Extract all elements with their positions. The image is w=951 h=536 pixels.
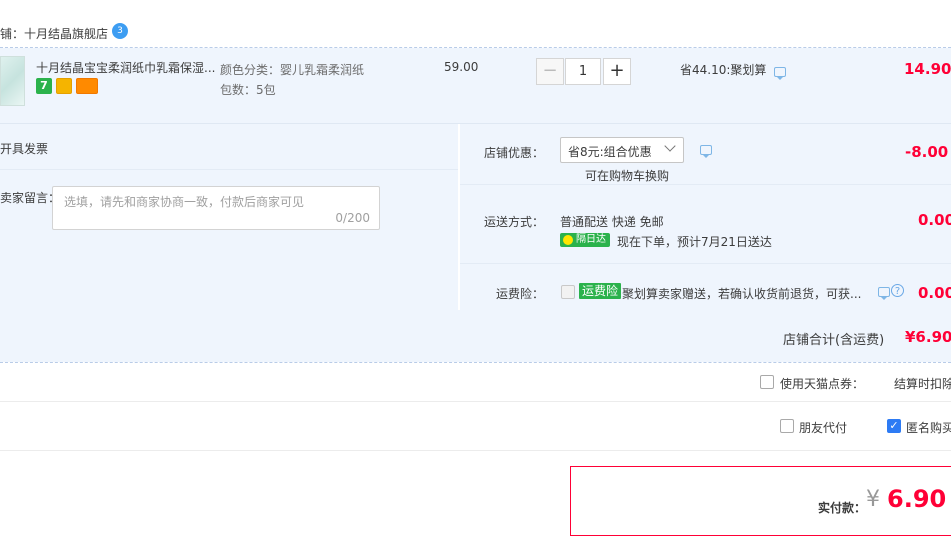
- coupon-checkbox[interactable]: [760, 375, 774, 389]
- next-day-badge: 隔日达: [560, 233, 610, 247]
- item-attr-color: 颜色分类：婴儿乳霜柔润纸: [220, 63, 365, 77]
- quantity-input[interactable]: 1: [565, 58, 601, 85]
- shop-total-amount: ¥6.90: [905, 328, 951, 346]
- insurance-checkbox[interactable]: [561, 285, 575, 299]
- quantity-minus-button[interactable]: −: [536, 58, 564, 85]
- shipping-amount: 0.00: [918, 211, 951, 229]
- message-counter: 0/200: [335, 211, 370, 225]
- message-icon[interactable]: [878, 287, 890, 300]
- unit-price: 59.00: [444, 60, 479, 74]
- divider: [0, 362, 951, 363]
- message-label: 卖家留言：: [0, 191, 61, 205]
- next-day-label: 隔日达: [576, 234, 606, 245]
- payment-currency: ¥: [866, 487, 880, 512]
- item-subtotal: 14.90: [904, 60, 951, 78]
- plus-icon: +: [609, 60, 625, 81]
- shop-total-label: 店铺合计(含运费): [783, 333, 885, 348]
- lightning-icon: [563, 235, 573, 245]
- coupon-label[interactable]: 使用天猫点券：: [780, 375, 864, 392]
- invoice-label[interactable]: 开具发票: [0, 140, 48, 157]
- wangwang-icon[interactable]: 3: [112, 23, 128, 39]
- shop-discount-label: 店铺优惠：: [484, 146, 545, 160]
- message-textarea[interactable]: 选填，请先和商家协商一致，付款后商家可见 0/200: [52, 186, 380, 230]
- shipping-method: 普通配送 快递 免邮: [560, 215, 664, 229]
- minus-icon: −: [542, 60, 558, 81]
- item-attr-pack: 包数：5包: [220, 83, 276, 97]
- friend-pay-checkbox[interactable]: [780, 419, 794, 433]
- shipping-label: 运送方式：: [484, 215, 545, 229]
- message-placeholder: 选填，请先和商家协商一致，付款后商家可见: [64, 195, 305, 209]
- guarantee-icon: [56, 78, 72, 94]
- divider: [460, 263, 951, 264]
- credit-card-icon: [76, 78, 98, 94]
- payment-amount: 6.90: [887, 485, 947, 513]
- item-subtotal-value: 14.90: [904, 60, 951, 78]
- insurance-text: 聚划算卖家赠送，若确认收货前退货，可获...: [622, 287, 862, 301]
- chevron-down-icon: [664, 140, 676, 152]
- divider: [460, 184, 951, 185]
- divider: [0, 401, 951, 402]
- shop-discount-note[interactable]: 可在购物车换购: [585, 167, 669, 184]
- shop-discount-selected: 省8元:组合优惠: [568, 145, 652, 159]
- insurance-label: 运费险：: [496, 287, 545, 301]
- panel-separator: [458, 124, 460, 310]
- coupon-note: 结算时扣除: [894, 377, 951, 391]
- shipping-eta: 现在下单，预计7月21日送达: [617, 235, 772, 249]
- quantity-plus-button[interactable]: +: [603, 58, 631, 85]
- message-icon[interactable]: [774, 67, 786, 80]
- shop-discount-select[interactable]: 省8元:组合优惠: [560, 137, 684, 163]
- insurance-amount: 0.00: [918, 284, 951, 302]
- help-icon[interactable]: ?: [891, 284, 904, 297]
- anonymous-label[interactable]: 匿名购买: [906, 419, 951, 436]
- shop-discount-amount: -8.00: [905, 143, 949, 161]
- wangwang-badge: 3: [117, 26, 123, 36]
- anonymous-checkbox[interactable]: ✓: [887, 419, 901, 433]
- item-title[interactable]: 十月结晶宝宝柔润纸巾乳霜保湿...: [36, 59, 215, 76]
- message-icon[interactable]: [700, 145, 712, 158]
- divider: [0, 450, 951, 451]
- divider: [0, 169, 458, 170]
- payment-label: 实付款：: [818, 501, 867, 515]
- friend-pay-label[interactable]: 朋友代付: [799, 419, 847, 436]
- insurance-badge: 运费险: [579, 283, 622, 299]
- item-discount: 省44.10:聚划算: [680, 63, 767, 77]
- seven-day-return-icon: 7: [36, 78, 52, 94]
- seven-day-label: 7: [40, 79, 48, 92]
- item-thumbnail[interactable]: [0, 56, 25, 106]
- shop-name[interactable]: 铺：十月结晶旗舰店: [0, 25, 108, 42]
